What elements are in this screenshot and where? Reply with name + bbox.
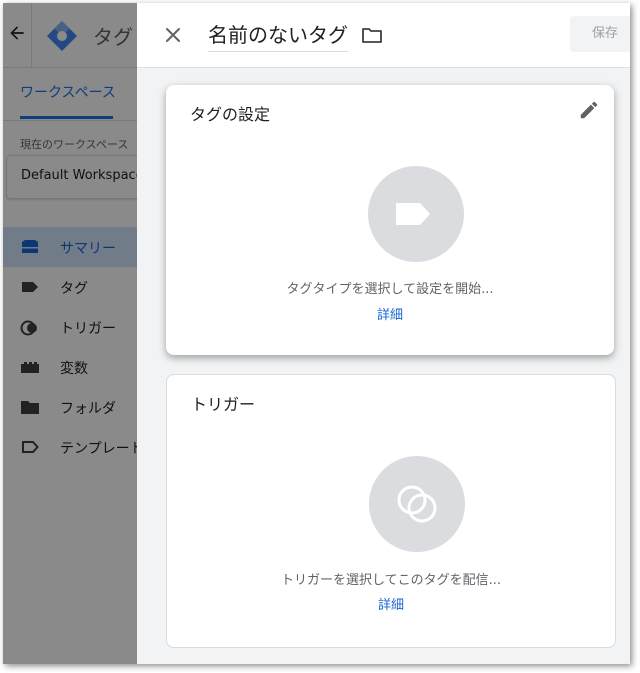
tag-editor-panel: 名前のないタグ 保存 タグの設定 タグタイプを選択して設定を開始... 詳細 ト…	[137, 3, 630, 664]
workspace-sidebar: タグ ワークスペース 現在のワークスペース Default Workspace …	[3, 3, 148, 664]
tag-type-placeholder[interactable]	[368, 166, 464, 262]
trigger-icon	[397, 485, 437, 523]
learn-more-link[interactable]: 詳細	[166, 304, 614, 323]
trigger-hint: トリガーを選択してこのタグを配信...	[280, 573, 501, 588]
tag-configuration-title: タグの設定	[190, 105, 271, 124]
triggering-title: トリガー	[191, 395, 256, 414]
tag-configuration-card[interactable]: タグの設定 タグタイプを選択して設定を開始... 詳細	[166, 85, 614, 355]
close-icon[interactable]	[161, 23, 185, 47]
learn-more-link[interactable]: 詳細	[167, 594, 615, 613]
panel-header: 名前のないタグ 保存	[137, 3, 630, 68]
save-button[interactable]: 保存	[570, 16, 630, 52]
tag-type-hint: タグタイプを選択して設定を開始...	[286, 282, 494, 297]
folder-icon[interactable]	[360, 23, 384, 47]
triggering-card[interactable]: トリガー トリガーを選択してこのタグを配信... 詳細	[166, 374, 616, 648]
modal-backdrop[interactable]	[3, 3, 137, 664]
edit-pencil-icon[interactable]	[578, 99, 600, 121]
screenshot-frame: タグ ワークスペース 現在のワークスペース Default Workspace …	[3, 3, 630, 664]
trigger-placeholder[interactable]	[369, 456, 465, 552]
tag-icon	[396, 203, 430, 225]
tag-name-input[interactable]: 名前のないタグ	[208, 19, 348, 52]
